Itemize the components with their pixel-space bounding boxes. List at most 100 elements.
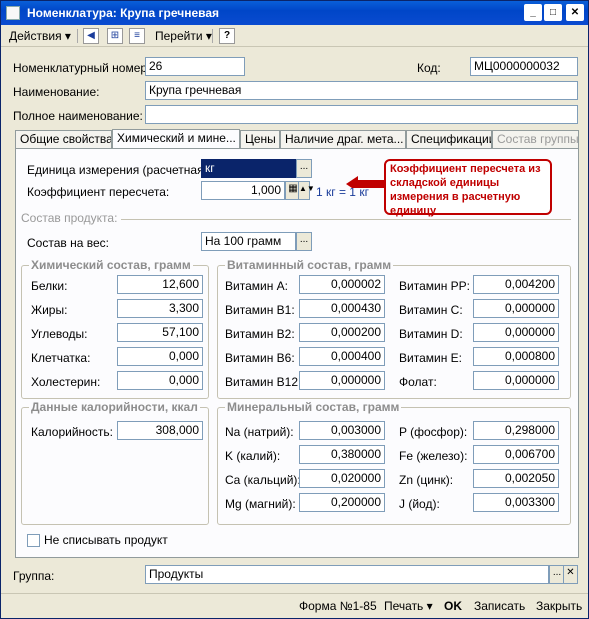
mineral-label: K (калий): [225, 449, 281, 463]
coef-label: Коэффициент пересчета: [27, 185, 170, 199]
minimize-button[interactable]: _ [524, 4, 542, 21]
maximize-button[interactable]: □ [544, 4, 562, 21]
save-button[interactable]: Записать [474, 599, 525, 613]
vitamin-title: Витаминный состав, грамм [225, 258, 394, 272]
chem-value[interactable]: 0,000 [117, 371, 203, 390]
vitamin-label: Витамин E: [399, 351, 462, 365]
vitamin-value[interactable]: 0,000002 [299, 275, 385, 294]
name-field[interactable]: Крупа гречневая [145, 81, 578, 100]
nom-number-label: Номенклатурный номер: [13, 61, 151, 75]
mineral-label: Mg (магний): [225, 497, 296, 511]
mineral-value[interactable]: 0,002050 [473, 469, 559, 488]
vitamin-value[interactable]: 0,000000 [299, 371, 385, 390]
chem-label: Белки: [31, 279, 68, 293]
vitamin-label: Витамин PP: [399, 279, 470, 293]
vitamin-value[interactable]: 0,000430 [299, 299, 385, 318]
tab-group-composition[interactable]: Состав группы [492, 130, 579, 149]
weight-select-button[interactable]: ... [296, 232, 312, 251]
list-icon[interactable]: ≡ [129, 28, 145, 44]
mineral-label: J (йод): [399, 497, 440, 511]
mineral-label: Zn (цинк): [399, 473, 454, 487]
callout-note: Коэффициент пересчета из складской едини… [384, 159, 552, 217]
unit-label: Единица измерения (расчетная): [27, 163, 211, 177]
coef-field[interactable]: 1,000 [201, 181, 285, 200]
help-icon[interactable]: ? [219, 28, 235, 44]
actions-menu[interactable]: Действия ▾ [9, 28, 71, 44]
vitamin-label: Витамин C: [399, 303, 463, 317]
window: Номенклатура: Крупа гречневая _ □ ✕ Дейс… [0, 0, 589, 619]
form-label[interactable]: Форма №1-85 [299, 599, 377, 613]
vitamin-value[interactable]: 0,000000 [473, 323, 559, 342]
mineral-value[interactable]: 0,003000 [299, 421, 385, 440]
ok-button[interactable]: OK [444, 599, 462, 613]
composition-label: Состав продукта: [21, 211, 118, 225]
mineral-value[interactable]: 0,003300 [473, 493, 559, 512]
tab-chemical[interactable]: Химический и мине... [112, 129, 240, 149]
weight-label: Состав на вес: [27, 236, 109, 250]
goto-menu[interactable]: Перейти ▾ [155, 28, 212, 44]
mineral-label: Na (натрий): [225, 425, 294, 439]
no-writeoff-checkbox[interactable] [27, 534, 40, 547]
chem-label: Клетчатка: [31, 351, 91, 365]
chem-value[interactable]: 12,600 [117, 275, 203, 294]
weight-field[interactable]: На 100 грамм [201, 232, 296, 251]
vitamin-label: Витамин B2: [225, 327, 295, 341]
no-writeoff-label: Не списывать продукт [44, 533, 168, 547]
chem-value[interactable]: 3,300 [117, 299, 203, 318]
print-menu[interactable]: Печать ▾ [384, 599, 433, 613]
unit-field[interactable]: кг [201, 159, 296, 178]
close-button[interactable]: ✕ [566, 4, 584, 21]
calories-title: Данные калорийности, ккал [29, 400, 200, 414]
code-label: Код: [417, 61, 441, 75]
goto-label: Перейти [155, 29, 203, 43]
fullname-field[interactable] [145, 105, 578, 124]
chemical-title: Химический состав, грамм [29, 258, 193, 272]
unit-select-button[interactable]: ... [296, 159, 312, 178]
toolbar-divider [77, 29, 78, 43]
tab-general[interactable]: Общие свойства [15, 130, 112, 149]
chem-label: Жиры: [31, 303, 68, 317]
vitamin-value[interactable]: 0,000000 [473, 299, 559, 318]
mineral-value[interactable]: 0,380000 [299, 445, 385, 464]
chem-value[interactable]: 0,000 [117, 347, 203, 366]
tab-prices[interactable]: Цены [240, 130, 280, 149]
fullname-label: Полное наименование: [13, 109, 143, 123]
calories-field[interactable]: 308,000 [117, 421, 203, 440]
chem-value[interactable]: 57,100 [117, 323, 203, 342]
callout-arrow [346, 176, 386, 188]
name-label: Наименование: [13, 85, 100, 99]
mineral-label: Fe (железо): [399, 449, 468, 463]
vitamin-label: Витамин B1: [225, 303, 295, 317]
vitamin-label: Витамин B6: [225, 351, 295, 365]
window-title: Номенклатура: Крупа гречневая [27, 6, 220, 20]
mineral-value[interactable]: 0,298000 [473, 421, 559, 440]
mineral-value[interactable]: 0,200000 [299, 493, 385, 512]
mineral-value[interactable]: 0,006700 [473, 445, 559, 464]
structure-icon[interactable]: ⊞ [107, 28, 123, 44]
vitamin-value[interactable]: 0,000000 [473, 371, 559, 390]
code-field[interactable]: МЦ0000000032 [470, 57, 578, 76]
tab-bar: Общие свойства Химический и мине... Цены… [15, 129, 579, 149]
back-icon[interactable]: ◀ [83, 28, 99, 44]
mineral-label: P (фосфор): [399, 425, 468, 439]
bottom-bar: Форма №1-85 Печать ▾ OK Записать Закрыть [1, 593, 588, 617]
vitamin-label: Фолат: [399, 375, 437, 389]
tab-specifications[interactable]: Спецификации [406, 130, 492, 149]
tab-precious-metals[interactable]: Наличие драг. мета... [280, 130, 406, 149]
chem-label: Холестерин: [31, 375, 101, 389]
coef-stepper[interactable]: ▲▼ [298, 181, 315, 200]
toolbar-divider [212, 29, 213, 43]
nom-number-field[interactable]: 26 [145, 57, 245, 76]
document-icon [6, 6, 20, 20]
vitamin-label: Витамин A: [225, 279, 288, 293]
mineral-value[interactable]: 0,020000 [299, 469, 385, 488]
vitamin-value[interactable]: 0,000200 [299, 323, 385, 342]
calories-label: Калорийность: [31, 425, 113, 439]
mineral-title: Минеральный состав, грамм [225, 400, 402, 414]
group-field[interactable]: Продукты [145, 565, 549, 584]
vitamin-value[interactable]: 0,000800 [473, 347, 559, 366]
vitamin-value[interactable]: 0,000400 [299, 347, 385, 366]
group-clear-button[interactable]: ✕ [563, 565, 578, 584]
vitamin-value[interactable]: 0,004200 [473, 275, 559, 294]
close-form-button[interactable]: Закрыть [536, 599, 582, 613]
